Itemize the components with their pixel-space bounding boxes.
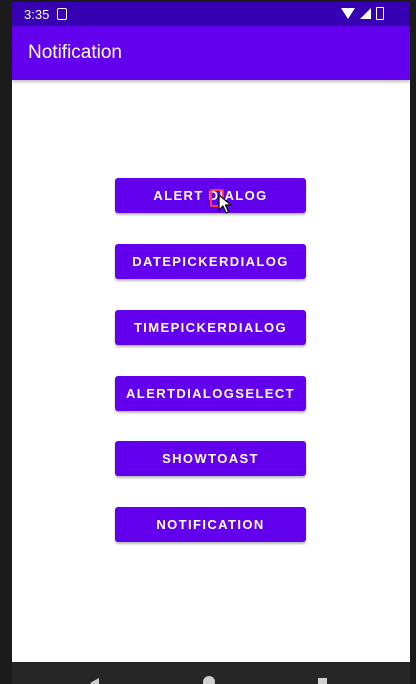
navigation-bar [12,662,410,684]
wifi-icon [341,8,355,19]
app-title: Notification [28,42,122,63]
time-picker-dialog-button[interactable]: TIMEPICKERDIALOG [115,310,306,345]
mouse-cursor-icon [218,194,232,214]
app-bar: Notification [12,26,410,80]
device-frame: 3:35 Notification ALERT DIALOG DATEPICKE… [0,0,416,684]
notification-button[interactable]: NOTIFICATION [115,507,306,542]
show-toast-button[interactable]: SHOWTOAST [115,441,306,476]
cell-signal-icon [360,8,371,19]
battery-icon [376,7,384,20]
home-icon[interactable] [203,676,215,684]
status-icons [341,7,384,20]
alert-dialog-select-button[interactable]: ALERTDIALOGSELECT [115,376,306,411]
screen: 3:35 Notification ALERT DIALOG DATEPICKE… [12,2,410,684]
date-picker-dialog-button[interactable]: DATEPICKERDIALOG [115,244,306,279]
status-time: 3:35 [24,6,50,22]
status-bar: 3:35 [12,2,410,26]
back-icon[interactable] [90,678,99,684]
sim-card-icon [57,8,68,20]
recents-icon[interactable] [318,678,327,684]
